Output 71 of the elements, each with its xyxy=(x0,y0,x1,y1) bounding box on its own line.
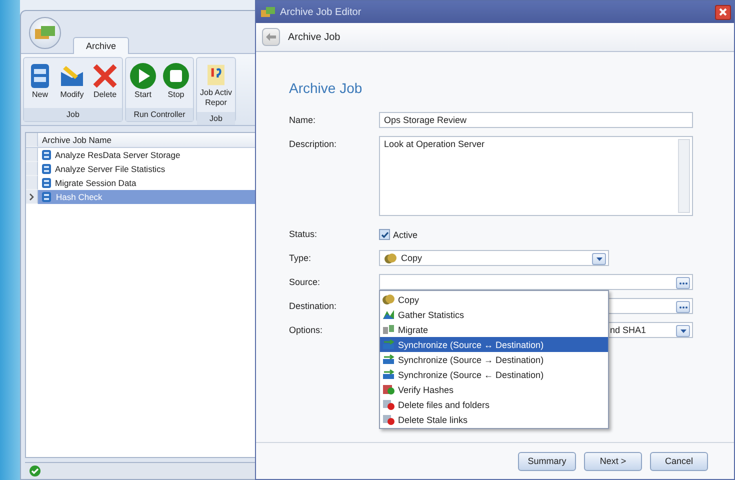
job-icon xyxy=(41,163,52,175)
delete-button[interactable]: Delete xyxy=(89,60,121,106)
scrollbar[interactable] xyxy=(678,139,690,213)
job-icon xyxy=(41,177,52,189)
menu-item[interactable]: Synchronize (Source ← Destination) xyxy=(380,367,608,382)
field-label: Source: xyxy=(289,276,322,287)
ribbon-tab[interactable]: Archive xyxy=(73,37,130,54)
coins-icon xyxy=(382,294,395,305)
delete-icon xyxy=(382,414,395,425)
close-icon xyxy=(719,8,727,16)
menu-item[interactable]: Synchronize (Source ↔ Destination) xyxy=(380,337,608,352)
section-heading: Archive Job xyxy=(289,80,364,96)
footer-button[interactable]: Next > xyxy=(584,452,642,470)
delete-icon xyxy=(382,399,395,410)
app-menu-button[interactable] xyxy=(29,17,61,49)
job-list-item[interactable]: Analyze Server File Statistics xyxy=(38,162,274,176)
field-label: Destination: xyxy=(289,300,338,311)
description-field[interactable]: Look at Operation Server xyxy=(379,136,693,216)
column-header[interactable]: Archive Job Name xyxy=(38,135,112,145)
job-list-item[interactable]: Migrate Session Data xyxy=(38,176,274,190)
new-button[interactable]: New xyxy=(25,60,55,106)
menu-item[interactable]: Synchronize (Source → Destination) xyxy=(380,352,608,367)
menu-item[interactable]: Delete files and folders xyxy=(380,397,608,412)
verify-icon xyxy=(382,384,395,395)
ok-icon xyxy=(29,465,41,477)
footer-button[interactable]: Cancel xyxy=(650,452,708,470)
close-button[interactable] xyxy=(715,4,731,20)
sync-icon xyxy=(382,354,395,365)
checkbox[interactable] xyxy=(379,229,390,240)
menu-item[interactable]: Copy xyxy=(380,292,608,307)
report-icon xyxy=(205,62,227,88)
job-icon xyxy=(41,149,52,161)
row-header[interactable] xyxy=(26,190,38,204)
browse-icon xyxy=(676,277,690,289)
page-header: Archive Job xyxy=(288,32,340,42)
menu-item[interactable]: Gather Statistics xyxy=(380,307,608,322)
stop-button[interactable]: Stop xyxy=(160,60,192,106)
sync-icon xyxy=(382,369,395,380)
report-button[interactable]: Job Activ Repor xyxy=(198,60,234,110)
migrate-icon xyxy=(382,324,395,335)
footer-button[interactable]: Summary xyxy=(518,452,576,470)
field-label: Status: xyxy=(289,228,318,239)
checkbox-label: Active xyxy=(393,230,418,240)
field-label: Name: xyxy=(289,114,317,125)
chart-icon xyxy=(382,309,395,320)
browse-icon xyxy=(676,301,690,313)
field-label: Description: xyxy=(289,138,338,149)
x-icon xyxy=(91,62,119,90)
menu-item[interactable]: Migrate xyxy=(380,322,608,337)
field-label: Type: xyxy=(289,252,312,263)
menu-item[interactable]: Verify Hashes xyxy=(380,382,608,397)
ribbon-group-label: Job xyxy=(24,108,122,121)
path-field[interactable] xyxy=(379,274,693,290)
field-label: Options: xyxy=(289,324,324,335)
ribbon-group-label: Job xyxy=(197,112,236,125)
play-icon xyxy=(129,62,157,90)
stop-icon xyxy=(162,62,190,90)
modify-button[interactable]: Modify xyxy=(56,60,88,106)
window-title: Archive Job Editor xyxy=(280,6,362,18)
job-icon xyxy=(41,191,52,203)
app-icon xyxy=(261,6,275,18)
dropdown-field[interactable]: Copy xyxy=(379,250,609,266)
start-button[interactable]: Start xyxy=(127,60,159,106)
job-list-item[interactable]: Analyze ResData Server Storage xyxy=(38,148,274,162)
back-button[interactable] xyxy=(262,28,280,46)
name-field[interactable]: Ops Storage Review xyxy=(379,112,693,128)
menu-item[interactable]: Delete Stale links xyxy=(380,412,608,427)
copy-icon xyxy=(384,252,397,264)
ribbon-group-label: Run Controller xyxy=(126,108,193,121)
sync-icon xyxy=(382,339,395,350)
back-arrow-icon xyxy=(266,33,276,41)
